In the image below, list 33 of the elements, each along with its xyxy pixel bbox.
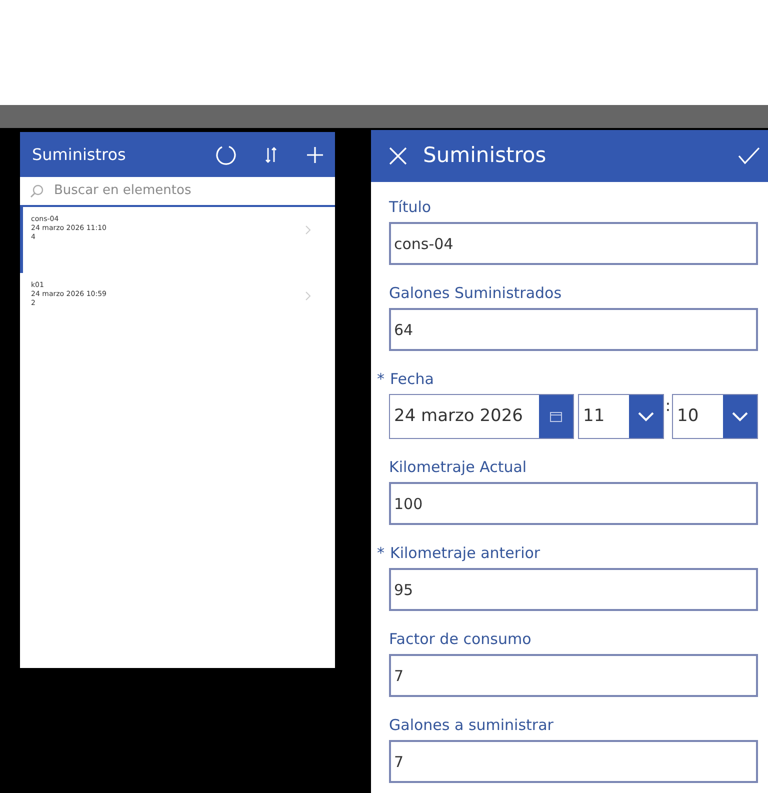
date-field[interactable]: 24 marzo 2026 xyxy=(389,394,574,439)
field-label: Factor de consumo xyxy=(389,628,532,650)
chevron-down-icon xyxy=(732,412,748,422)
field-label: Kilometraje anterior xyxy=(390,542,540,564)
field-label: Galones Suministrados xyxy=(389,282,562,304)
sort-icon[interactable] xyxy=(265,146,277,162)
chevron-icon xyxy=(305,291,311,301)
text-field[interactable]: 64 xyxy=(389,308,758,351)
chevron-down-icon xyxy=(638,412,654,422)
close-icon[interactable] xyxy=(389,147,407,165)
hour-dropdown[interactable]: 11 xyxy=(578,394,664,439)
field-label: Galones a suministrar xyxy=(389,714,554,736)
time-separator: : xyxy=(664,395,672,417)
calendar-button[interactable] xyxy=(539,395,573,438)
text-field[interactable]: 7 xyxy=(389,654,758,697)
required-mark: * xyxy=(377,368,386,390)
field-label: Título xyxy=(389,196,432,218)
refresh-icon[interactable] xyxy=(215,144,237,166)
minute-dropdown[interactable]: 10 xyxy=(672,394,758,439)
field-label: Fecha xyxy=(390,368,434,390)
add-icon[interactable] xyxy=(307,146,323,162)
checkmark-icon[interactable] xyxy=(738,147,760,165)
text-field[interactable]: 95 xyxy=(389,568,758,611)
search-icon xyxy=(30,184,44,198)
chevron-icon xyxy=(305,225,311,235)
text-field[interactable]: 100 xyxy=(389,482,758,525)
list-title: Suministros xyxy=(32,144,126,166)
field-label: Kilometraje Actual xyxy=(389,456,527,478)
form-title: Suministros xyxy=(423,142,546,170)
text-field[interactable]: cons-04 xyxy=(389,222,758,265)
required-mark: * xyxy=(377,542,386,564)
calendar-icon xyxy=(550,412,562,422)
text-field[interactable]: 7 xyxy=(389,740,758,783)
